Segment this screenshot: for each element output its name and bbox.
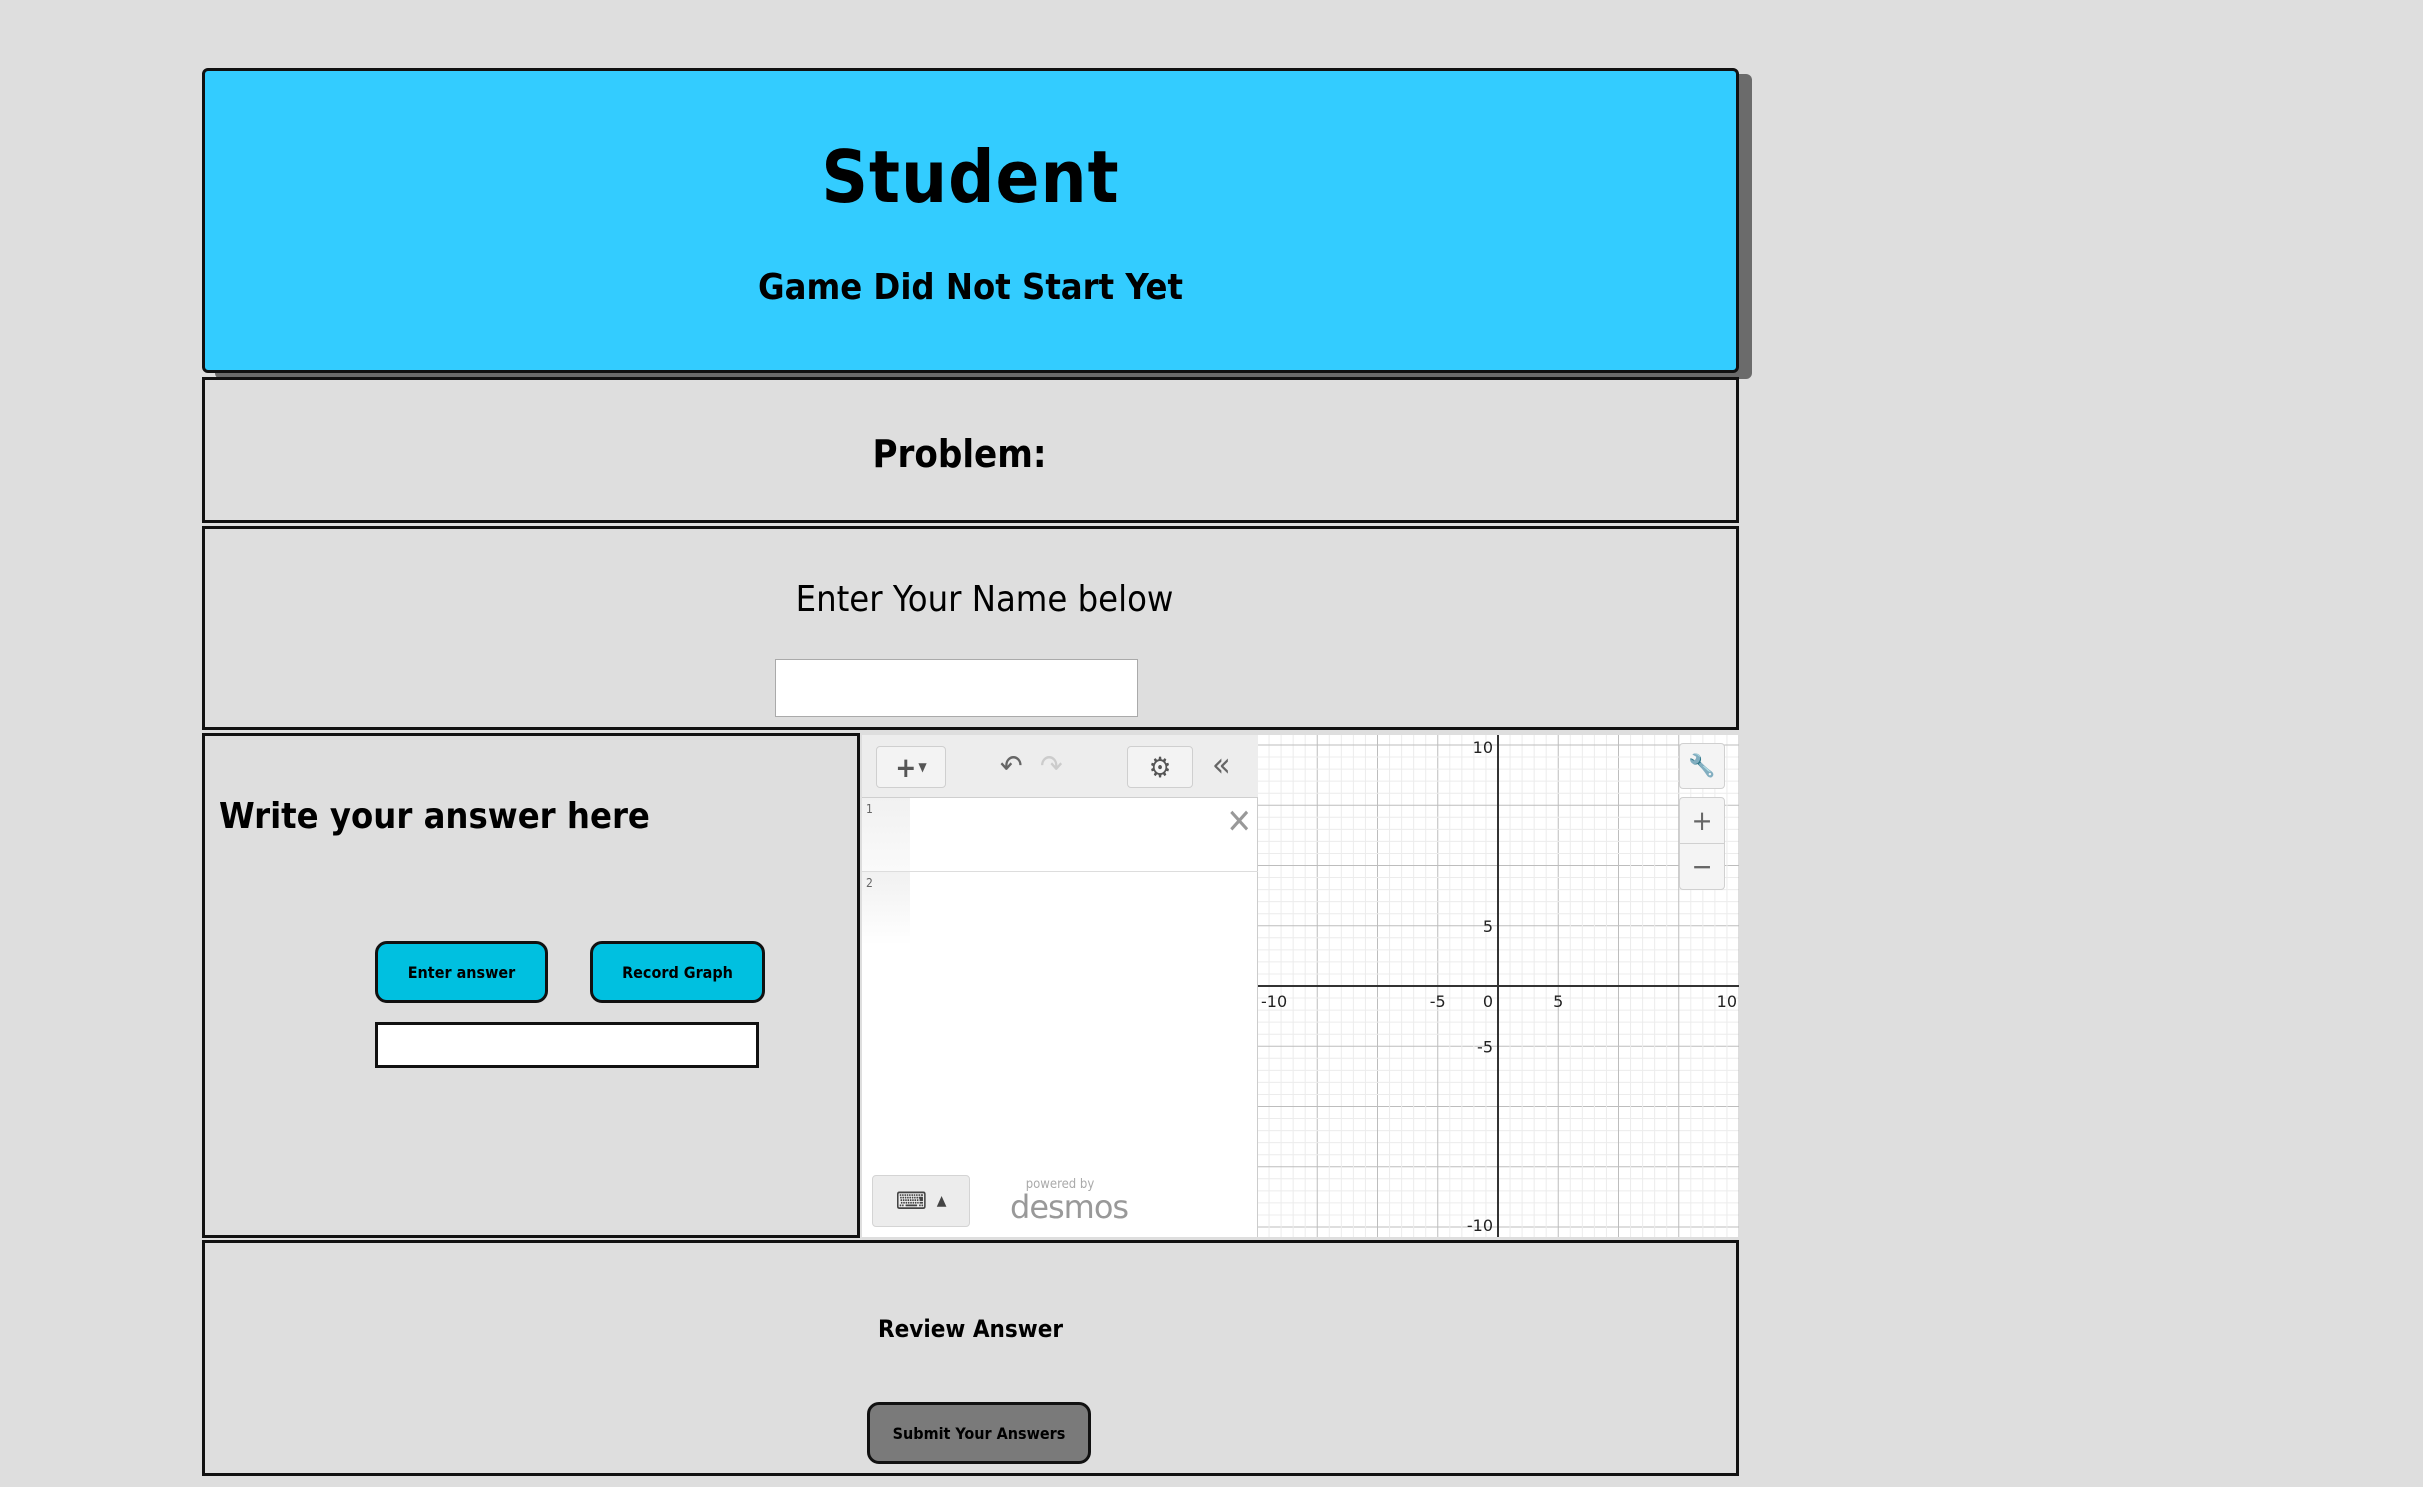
- collapse-icon[interactable]: «: [1212, 745, 1231, 785]
- expression-row[interactable]: 2: [862, 872, 1258, 945]
- page-title: Student: [821, 135, 1120, 219]
- keyboard-toggle-button[interactable]: ⌨ ▲: [872, 1175, 970, 1227]
- x-tick-label: -10: [1261, 992, 1287, 1011]
- zoom-in-button[interactable]: +: [1679, 797, 1725, 844]
- expression-number: 2: [862, 872, 910, 945]
- name-input[interactable]: [775, 659, 1138, 717]
- add-icon: +: [895, 750, 917, 784]
- wrench-icon: 🔧: [1688, 753, 1716, 779]
- caret-up-icon: ▲: [936, 1193, 947, 1209]
- desmos-logo: desmos: [1010, 1188, 1129, 1226]
- redo-icon[interactable]: ↷: [1040, 749, 1063, 784]
- record-graph-button[interactable]: Record Graph: [590, 941, 765, 1003]
- keyboard-icon: ⌨: [895, 1187, 927, 1215]
- problem-panel: Problem:: [202, 377, 1739, 523]
- plus-icon: +: [1691, 804, 1713, 837]
- y-tick-label: -5: [1477, 1037, 1493, 1056]
- y-tick-label: 10: [1473, 738, 1493, 757]
- y-tick-label: -10: [1467, 1216, 1493, 1235]
- close-icon[interactable]: ✕: [1226, 802, 1252, 842]
- submit-answers-button[interactable]: Submit Your Answers: [867, 1402, 1091, 1464]
- x-tick-label: 5: [1553, 992, 1563, 1011]
- answer-panel: Write your answer here Enter answer Reco…: [202, 733, 860, 1238]
- y-tick-label: 5: [1483, 917, 1493, 936]
- name-label: Enter Your Name below: [795, 579, 1174, 620]
- graph-grid: -10 -5 0 5 10 10 5 -5 -10: [1258, 735, 1739, 1237]
- desmos-branding: powered by desmos: [1010, 1178, 1129, 1226]
- game-status: Game Did Not Start Yet: [758, 267, 1183, 308]
- x-tick-label: -5: [1430, 992, 1446, 1011]
- header-panel: Student Game Did Not Start Yet: [202, 68, 1739, 373]
- gear-icon: ⚙: [1148, 750, 1172, 784]
- minus-icon: −: [1691, 850, 1713, 883]
- undo-icon[interactable]: ↶: [1000, 749, 1023, 784]
- answer-label: Write your answer here: [219, 796, 650, 837]
- zoom-out-button[interactable]: −: [1679, 843, 1725, 890]
- x-tick-label: 0: [1483, 992, 1493, 1011]
- expression-number: 1: [862, 798, 910, 871]
- add-expression-button[interactable]: + ▼: [876, 746, 946, 788]
- graph-paper[interactable]: -10 -5 0 5 10 10 5 -5 -10 🔧 + −: [1258, 735, 1739, 1237]
- x-tick-label: 10: [1717, 992, 1737, 1011]
- graph-settings-button[interactable]: 🔧: [1679, 743, 1725, 789]
- settings-button[interactable]: ⚙: [1127, 746, 1193, 788]
- answer-input[interactable]: [375, 1022, 759, 1068]
- enter-answer-button[interactable]: Enter answer: [375, 941, 548, 1003]
- expression-toolbar: + ▼ ↶ ↷ ⚙ «: [862, 735, 1258, 798]
- expression-panel: + ▼ ↶ ↷ ⚙ « 1 ✕ 2 ⌨ ▲ powered by desmos: [862, 735, 1258, 1237]
- problem-label: Problem:: [872, 432, 1047, 476]
- review-label: Review Answer: [877, 1315, 1064, 1343]
- desmos-calculator: + ▼ ↶ ↷ ⚙ « 1 ✕ 2 ⌨ ▲ powered by desmos -1…: [862, 735, 1739, 1237]
- review-panel: Review Answer Submit Your Answers: [202, 1240, 1739, 1476]
- expression-row[interactable]: 1 ✕: [862, 798, 1258, 872]
- name-panel: Enter Your Name below: [202, 526, 1739, 730]
- chevron-down-icon: ▼: [918, 760, 927, 774]
